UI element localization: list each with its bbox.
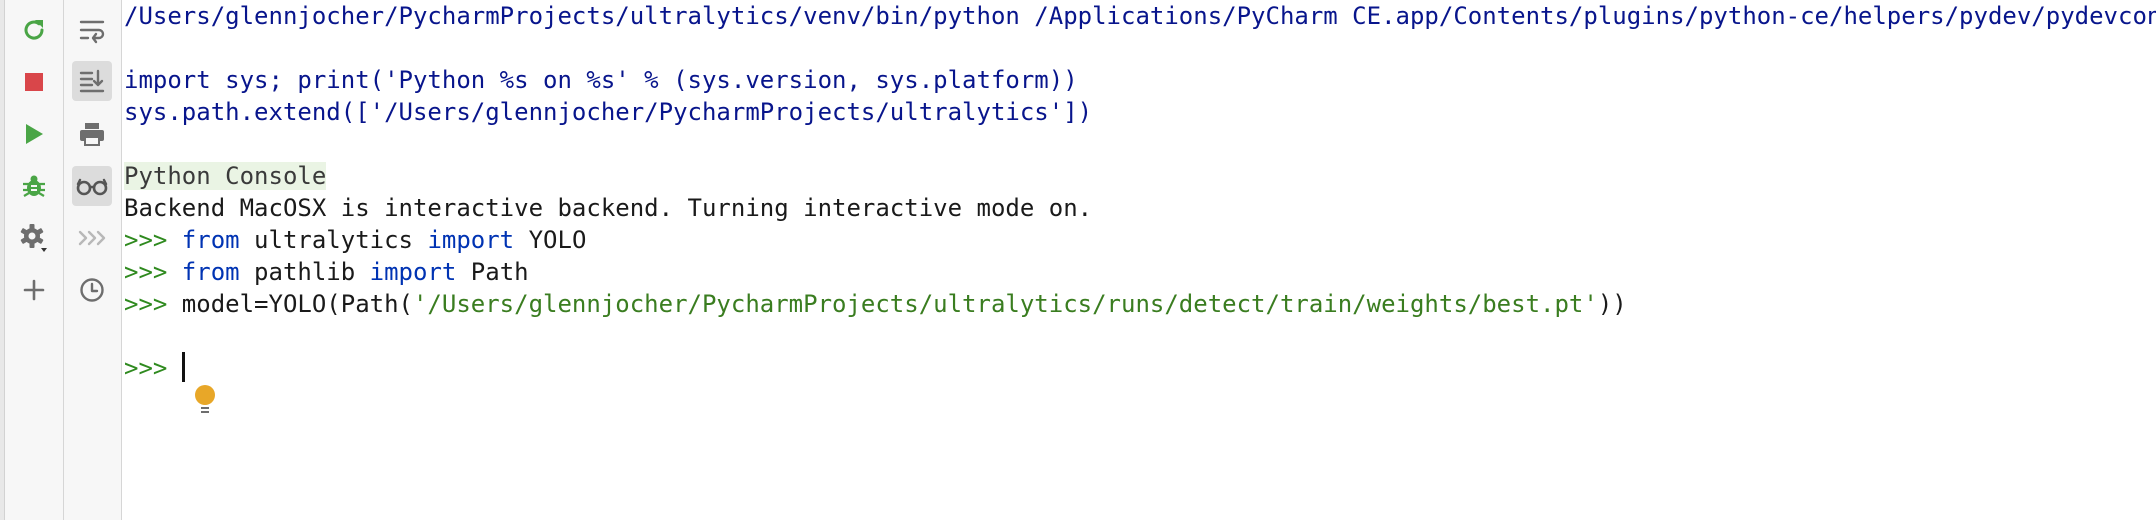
init-line-sys-path: sys.path.extend(['/Users/glennjocher/Pyc… bbox=[124, 98, 1093, 126]
settings-button[interactable] bbox=[14, 218, 54, 258]
print-button[interactable] bbox=[72, 114, 112, 154]
stop-icon bbox=[25, 73, 43, 91]
backend-message: Backend MacOSX is interactive backend. T… bbox=[124, 194, 1093, 222]
soft-wrap-button[interactable] bbox=[72, 10, 112, 50]
prompt: >>> bbox=[124, 226, 182, 254]
module-name: pathlib bbox=[239, 258, 370, 286]
print-icon bbox=[80, 123, 104, 146]
show-variables-icon bbox=[76, 178, 108, 196]
prompt: >>> bbox=[124, 354, 182, 382]
module-name: ultralytics bbox=[239, 226, 428, 254]
keyword-import: import bbox=[369, 258, 457, 286]
soft-wrap-icon bbox=[79, 20, 105, 44]
history-icon bbox=[80, 278, 104, 302]
new-console-button[interactable] bbox=[14, 270, 54, 310]
prompt: >>> bbox=[124, 290, 182, 318]
show-variables-button[interactable] bbox=[72, 166, 112, 206]
code-text: model=YOLO(Path( bbox=[181, 290, 413, 318]
string-literal: '/Users/glennjocher/PycharmProjects/ultr… bbox=[412, 290, 1598, 318]
history-command-3: >>> model=YOLO(Path('/Users/glennjocher/… bbox=[124, 288, 1627, 320]
input-line[interactable]: >>> bbox=[124, 352, 185, 384]
debug-icon bbox=[23, 175, 45, 197]
debug-button[interactable] bbox=[14, 166, 54, 206]
console-header-line: Python Console bbox=[124, 160, 327, 192]
keyword-import: import bbox=[427, 226, 515, 254]
scroll-to-end-icon bbox=[79, 69, 105, 93]
rerun-button[interactable] bbox=[14, 10, 54, 50]
text-cursor bbox=[181, 352, 185, 382]
interpreter-command-line: /Users/glennjocher/PycharmProjects/ultra… bbox=[124, 2, 2156, 30]
imported-name: YOLO bbox=[514, 226, 587, 254]
execute-queue-button[interactable] bbox=[72, 218, 112, 258]
execute-queue-icon bbox=[78, 230, 106, 246]
stop-button[interactable] bbox=[14, 62, 54, 102]
keyword-from: from bbox=[181, 258, 240, 286]
prompt: >>> bbox=[124, 258, 182, 286]
run-button[interactable] bbox=[14, 114, 54, 154]
scroll-to-end-button[interactable] bbox=[72, 61, 112, 101]
rerun-icon bbox=[24, 20, 44, 40]
console-view-toolbar bbox=[64, 0, 122, 520]
init-line-print-version: import sys; print('Python %s on %s' % (s… bbox=[124, 66, 1078, 94]
keyword-from: from bbox=[181, 226, 240, 254]
history-button[interactable] bbox=[72, 270, 112, 310]
console-header: Python Console bbox=[124, 162, 327, 190]
run-icon bbox=[26, 124, 43, 144]
history-command-2: >>> from pathlib import Path bbox=[124, 256, 529, 288]
lightbulb-icon[interactable] bbox=[193, 384, 217, 416]
add-icon bbox=[23, 279, 45, 301]
imported-name: Path bbox=[456, 258, 529, 286]
code-text-closing: )) bbox=[1597, 290, 1627, 318]
python-console-output[interactable]: /Users/glennjocher/PycharmProjects/ultra… bbox=[122, 0, 2156, 520]
history-command-1: >>> from ultralytics import YOLO bbox=[124, 224, 586, 256]
console-actions-toolbar bbox=[5, 0, 64, 520]
settings-icon bbox=[20, 224, 47, 252]
